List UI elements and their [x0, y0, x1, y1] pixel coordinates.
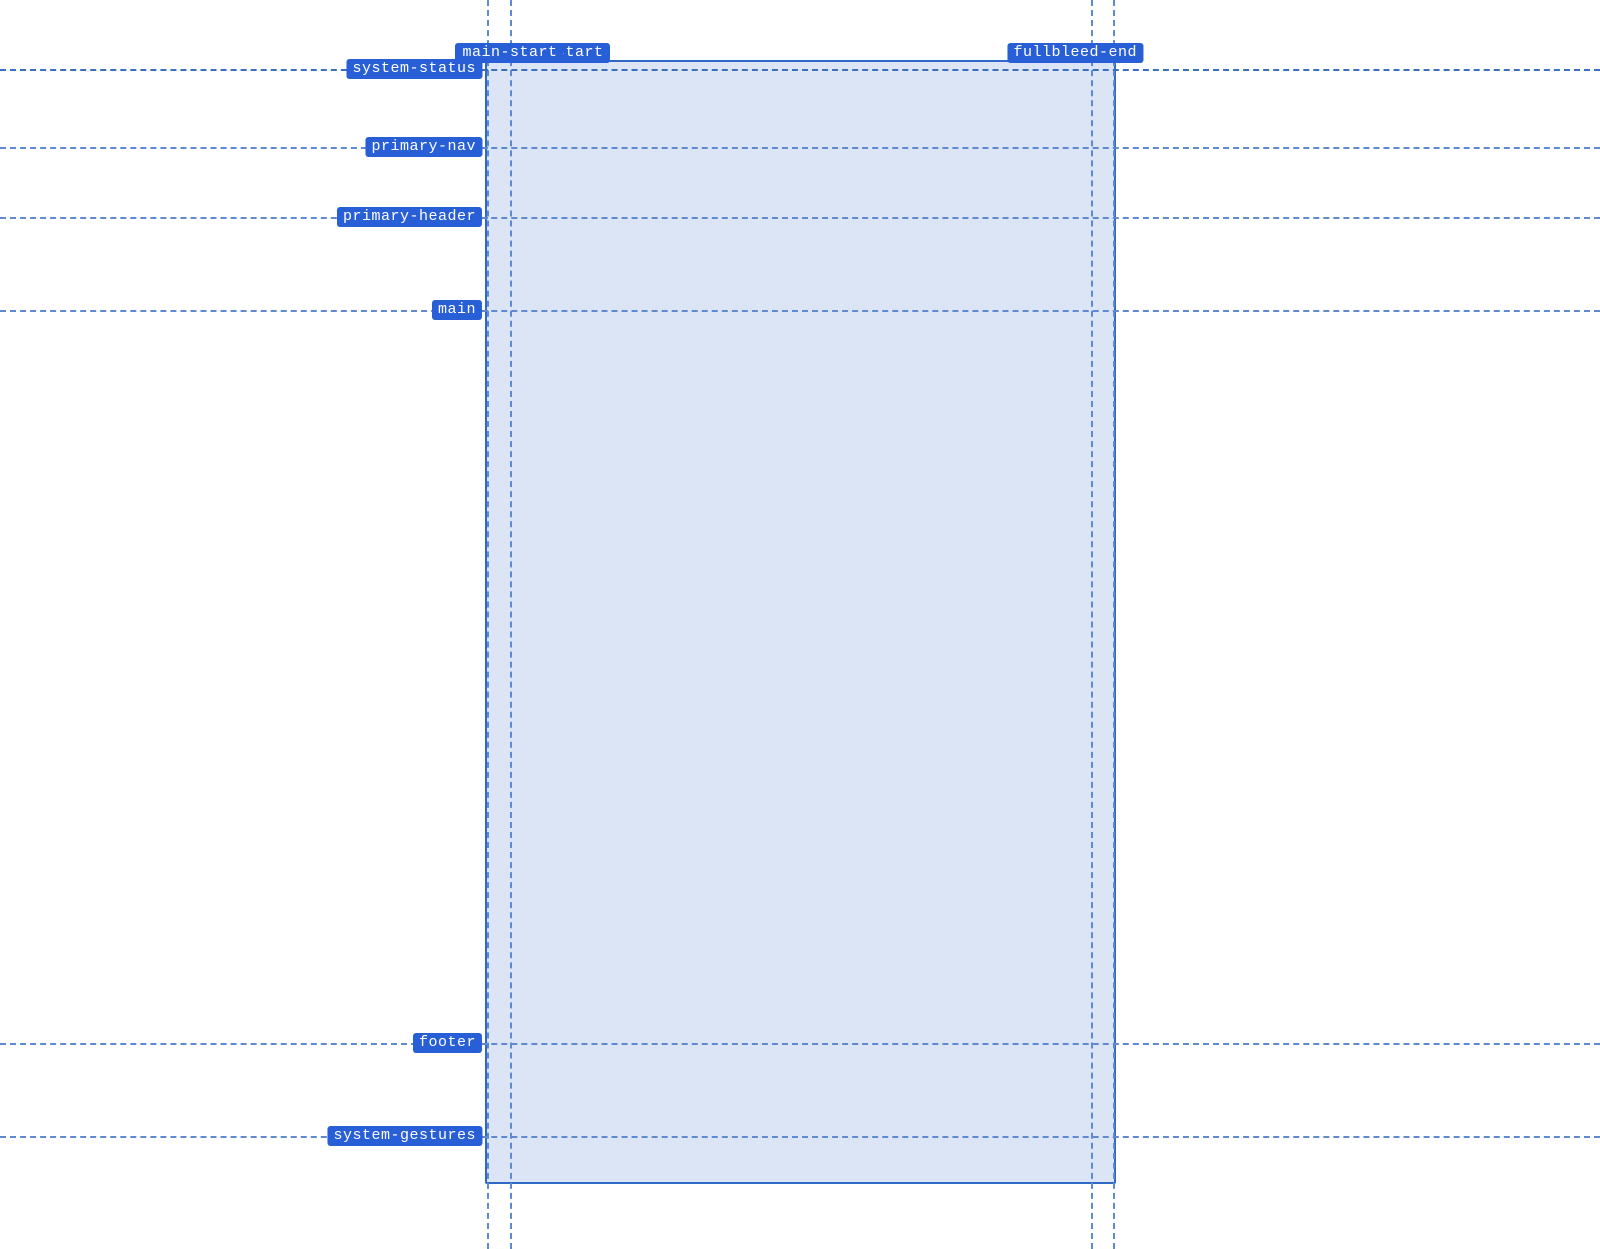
tick-primary-header [482, 217, 488, 219]
column-line-main-start [510, 0, 512, 1249]
device-frame [485, 60, 1116, 1184]
row-label-primary-nav: primary-nav [365, 137, 482, 157]
row-line-system-status [0, 69, 1600, 71]
tick-footer [482, 1043, 488, 1045]
row-label-footer: footer [413, 1033, 482, 1053]
row-line-footer [0, 1043, 1600, 1045]
column-line-main-end [1091, 0, 1093, 1249]
row-label-primary-header: primary-header [337, 207, 482, 227]
row-label-system-gestures: system-gestures [327, 1126, 482, 1146]
tick-system-gestures [482, 1136, 488, 1138]
tick-primary-nav [482, 147, 488, 149]
row-line-primary-nav [0, 147, 1600, 149]
row-label-main: main [432, 300, 482, 320]
row-line-system-gestures [0, 1136, 1600, 1138]
tick-main [482, 310, 488, 312]
row-label-system-status: system-status [346, 59, 482, 79]
column-line-fullbleed-start [487, 0, 489, 1249]
row-line-main [0, 310, 1600, 312]
layout-grid-diagram: fullbleed-startmain-startmain-endfullble… [0, 0, 1600, 1249]
row-line-primary-header [0, 217, 1600, 219]
column-line-fullbleed-end [1113, 0, 1115, 1249]
tick-system-status [482, 69, 488, 71]
column-label-fullbleed-end: fullbleed-end [1007, 43, 1143, 63]
